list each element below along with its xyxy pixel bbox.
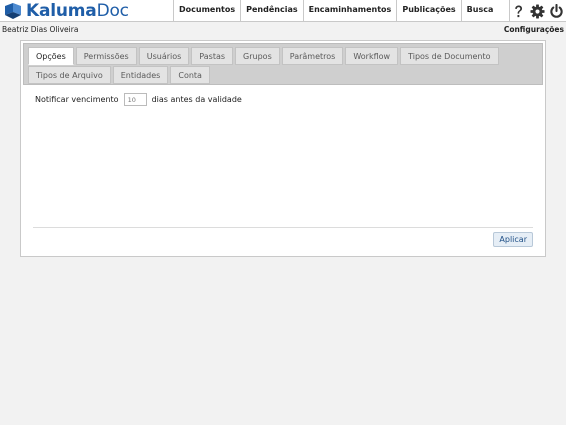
tab-permissoes[interactable]: Permissões [75, 47, 137, 65]
tab-parametros[interactable]: Parâmetros [281, 47, 344, 65]
tab-grupos[interactable]: Grupos [235, 47, 280, 65]
user-strip: Beatriz Dias Oliveira Configurações [0, 23, 566, 37]
tab-conta[interactable]: Conta [170, 66, 210, 84]
days-suffix-label: dias antes da validade [151, 95, 242, 104]
user-name: Beatriz Dias Oliveira [2, 25, 79, 34]
nav-publicacoes[interactable]: Publicações [397, 0, 462, 21]
notification-setting-row: Notificar vencimento dias antes da valid… [35, 93, 242, 106]
divider [33, 227, 533, 228]
apply-button[interactable]: Aplicar [493, 232, 533, 247]
tab-workflow[interactable]: Workflow [345, 47, 399, 65]
tab-bar: Opções Permissões Usuários Pastas Grupos… [23, 43, 543, 85]
nav-encaminhamentos[interactable]: Encaminhamentos [304, 0, 398, 21]
tab-tipos-de-arquivo[interactable]: Tipos de Arquivo [28, 66, 111, 84]
nav-documentos[interactable]: Documentos [174, 0, 242, 21]
main-navigation: Documentos Pendências Encaminhamentos Pu… [173, 0, 511, 21]
product-name: Doc [96, 1, 129, 21]
tab-entidades[interactable]: Entidades [112, 66, 169, 84]
tab-tipos-de-documento[interactable]: Tipos de Documento [400, 47, 499, 65]
power-icon[interactable] [549, 3, 564, 19]
help-icon[interactable] [511, 4, 526, 19]
logo-icon [5, 3, 21, 19]
settings-link[interactable]: Configurações [504, 25, 564, 34]
days-input[interactable] [123, 93, 147, 106]
tab-row-2: Tipos de Arquivo Entidades Conta [28, 66, 212, 84]
gear-icon[interactable] [530, 3, 545, 19]
settings-panel: Opções Permissões Usuários Pastas Grupos… [20, 40, 546, 257]
tab-pastas[interactable]: Pastas [191, 47, 234, 65]
tab-usuarios[interactable]: Usuários [138, 47, 190, 65]
tab-row-1: Opções Permissões Usuários Pastas Grupos… [28, 47, 501, 65]
tab-opcoes[interactable]: Opções [28, 47, 74, 65]
top-bar: KalumaDoc Documentos Pendências Encaminh… [0, 0, 566, 22]
brand-name: Kaluma [26, 1, 97, 21]
system-icons [511, 1, 564, 21]
app-logo[interactable]: KalumaDoc [4, 1, 129, 21]
nav-pendencias[interactable]: Pendências [241, 0, 304, 21]
notify-label: Notificar vencimento [35, 95, 119, 104]
nav-busca[interactable]: Busca [462, 0, 511, 21]
